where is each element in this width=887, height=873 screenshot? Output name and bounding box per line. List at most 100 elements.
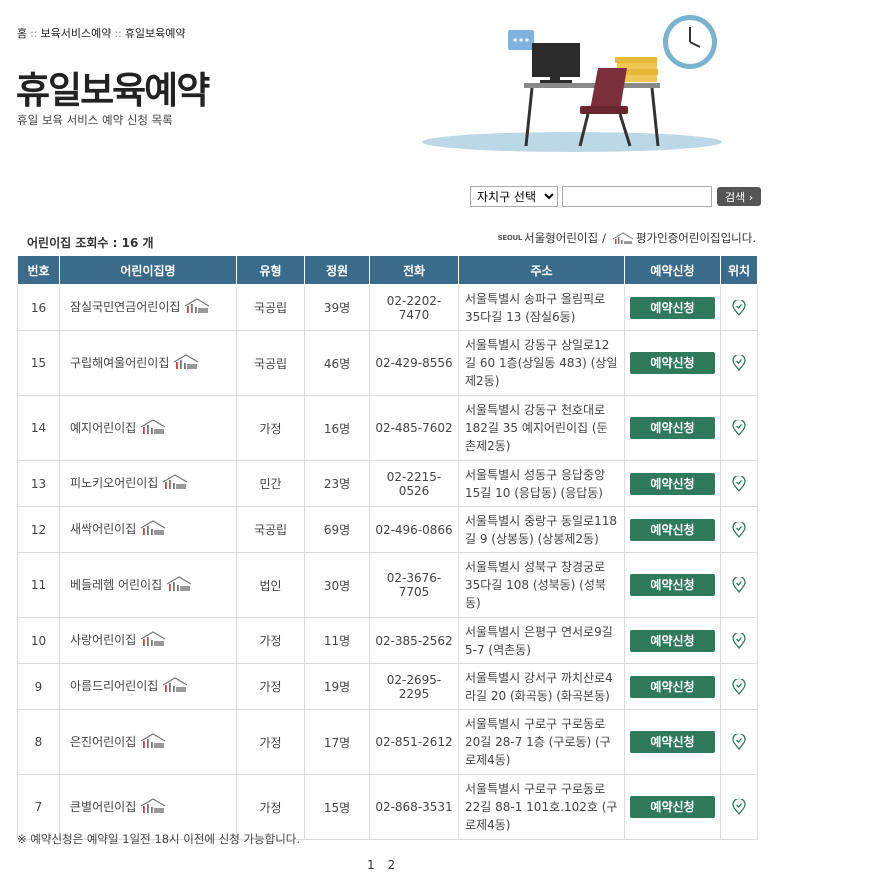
row-number: 16 bbox=[17, 284, 60, 331]
breadcrumb-separator: :: bbox=[114, 27, 122, 40]
location-cell bbox=[720, 506, 758, 553]
kindergarten-name-cell: 구립해여울어린이집 bbox=[59, 330, 237, 396]
kindergarten-phone: 02-485-7602 bbox=[369, 395, 459, 461]
kindergarten-capacity: 30명 bbox=[304, 552, 370, 618]
table-row: 8 은진어린이집 가정 17명 02-851-2612 서울특별시 구로구 구로동로 2… bbox=[17, 709, 758, 775]
reserve-button[interactable]: 예약신청 bbox=[630, 796, 715, 818]
table-row: 16 잠실국민연금어린이집 국공립 39명 02-2202-7470 서울특별시 송파구… bbox=[17, 284, 758, 331]
certified-kindergarten-icon bbox=[140, 520, 166, 539]
kindergarten-name[interactable]: 베들레헴 어린이집 bbox=[70, 578, 162, 592]
kindergarten-address: 서울특별시 송파구 올림픽로 35다길 13 (잠실6동) bbox=[458, 284, 625, 331]
certified-kindergarten-icon bbox=[140, 418, 166, 438]
row-number: 8 bbox=[17, 709, 60, 775]
search-button[interactable]: 검색 › bbox=[717, 187, 762, 206]
search-input[interactable] bbox=[562, 186, 712, 207]
map-pin-icon[interactable] bbox=[732, 797, 746, 816]
kindergarten-name[interactable]: 구립해여울어린이집 bbox=[70, 356, 169, 370]
kindergarten-capacity: 39명 bbox=[304, 284, 370, 331]
map-pin-icon[interactable] bbox=[732, 418, 746, 437]
reserve-cell: 예약신청 bbox=[624, 774, 721, 840]
kindergarten-capacity: 19명 bbox=[304, 663, 370, 710]
kindergarten-type: 민간 bbox=[236, 460, 305, 507]
row-number: 15 bbox=[17, 330, 60, 396]
breadcrumb-level2[interactable]: 휴일보육예약 bbox=[125, 27, 186, 40]
row-number: 7 bbox=[17, 774, 60, 840]
reserve-button[interactable]: 예약신청 bbox=[630, 731, 715, 753]
reserve-button[interactable]: 예약신청 bbox=[630, 518, 715, 541]
kindergarten-name[interactable]: 사랑어린이집 bbox=[70, 633, 136, 647]
kindergarten-type: 국공립 bbox=[236, 330, 305, 396]
table-row: 12 새싹어린이집 국공립 69명 02-496-0866 서울특별시 중랑구 동일로1… bbox=[17, 506, 758, 553]
col-header-type: 유형 bbox=[236, 255, 305, 285]
table-row: 10 사랑어린이집 가정 11명 02-385-2562 서울특별시 은평구 연서로9길… bbox=[17, 617, 758, 664]
kindergarten-phone: 02-429-8556 bbox=[369, 330, 459, 396]
certified-kindergarten-icon bbox=[612, 231, 634, 244]
certified-kindergarten-icon bbox=[140, 797, 166, 817]
map-pin-icon[interactable] bbox=[732, 732, 746, 751]
legend-seoul-label: 서울형어린이집 bbox=[524, 231, 599, 245]
reserve-button[interactable]: 예약신청 bbox=[630, 574, 715, 596]
col-header-reserve: 예약신청 bbox=[624, 255, 721, 285]
district-select[interactable]: 자치구 선택 bbox=[470, 186, 558, 207]
kindergarten-name[interactable]: 아름드리어린이집 bbox=[70, 679, 158, 693]
kindergarten-phone: 02-2695-2295 bbox=[369, 663, 459, 710]
kindergarten-name[interactable]: 새싹어린이집 bbox=[70, 522, 136, 536]
location-cell bbox=[720, 460, 758, 507]
location-cell bbox=[720, 774, 758, 840]
certified-kindergarten-icon bbox=[140, 631, 166, 650]
kindergarten-phone: 02-851-2612 bbox=[369, 709, 459, 775]
col-header-address: 주소 bbox=[458, 255, 625, 285]
kindergarten-name-cell: 새싹어린이집 bbox=[59, 506, 237, 553]
table-header-row: 번호 어린이집명 유형 정원 전화 주소 예약신청 위치 bbox=[17, 255, 758, 285]
breadcrumb-level1[interactable]: 보육서비스예약 bbox=[41, 27, 112, 40]
map-pin-icon[interactable] bbox=[732, 575, 746, 594]
reserve-button[interactable]: 예약신청 bbox=[630, 472, 715, 495]
map-pin-icon[interactable] bbox=[732, 353, 746, 372]
certified-kindergarten-icon bbox=[162, 474, 188, 493]
kindergarten-name-cell: 사랑어린이집 bbox=[59, 617, 237, 664]
page-link-1[interactable]: 1 bbox=[367, 858, 375, 872]
reserve-cell: 예약신청 bbox=[624, 663, 721, 710]
kindergarten-name-cell: 피노키오어린이집 bbox=[59, 460, 237, 507]
reserve-button[interactable]: 예약신청 bbox=[630, 296, 715, 319]
reserve-button[interactable]: 예약신청 bbox=[630, 352, 715, 374]
certified-kindergarten-icon bbox=[162, 677, 188, 696]
search-bar: 자치구 선택 검색 › bbox=[470, 186, 762, 207]
row-number: 14 bbox=[17, 395, 60, 461]
table-row: 13 피노키오어린이집 민간 23명 02-2215-0526 서울특별시 성동구 응답… bbox=[17, 460, 758, 507]
breadcrumb-home[interactable]: 홈 bbox=[17, 27, 27, 40]
map-pin-icon[interactable] bbox=[732, 298, 746, 316]
kindergarten-phone: 02-3676-7705 bbox=[369, 552, 459, 618]
reserve-button[interactable]: 예약신청 bbox=[630, 629, 715, 652]
map-pin-icon[interactable] bbox=[732, 677, 746, 695]
legend-cert-label: 평가인증어린이집입니다. bbox=[635, 231, 756, 245]
certified-kindergarten-icon bbox=[140, 732, 166, 752]
kindergarten-name[interactable]: 은진어린이집 bbox=[70, 735, 136, 749]
legend: SEOUL 서울형어린이집 / 평가인증어린이집입니다. bbox=[498, 230, 756, 246]
page-link-2[interactable]: 2 bbox=[388, 858, 396, 872]
kindergarten-type: 법인 bbox=[236, 552, 305, 618]
reserve-button[interactable]: 예약신청 bbox=[630, 675, 715, 698]
breadcrumb: 홈:: 보육서비스예약:: 휴일보육예약 bbox=[17, 25, 186, 41]
kindergarten-name[interactable]: 큰별어린이집 bbox=[70, 800, 136, 814]
kindergarten-address: 서울특별시 성동구 응답중앙15길 10 (응답동) (응답동) bbox=[458, 460, 625, 507]
row-number: 9 bbox=[17, 663, 60, 710]
kindergarten-address: 서울특별시 구로구 구로동로 20길 28-7 1층 (구로동) (구로제4동) bbox=[458, 709, 625, 775]
certified-kindergarten-icon bbox=[166, 575, 192, 595]
kindergarten-type: 가정 bbox=[236, 617, 305, 664]
page-subtitle: 휴일 보육 서비스 예약 신청 목록 bbox=[17, 113, 173, 127]
kindergarten-capacity: 17명 bbox=[304, 709, 370, 775]
map-pin-icon[interactable] bbox=[732, 474, 746, 492]
kindergarten-capacity: 69명 bbox=[304, 506, 370, 553]
location-cell bbox=[720, 663, 758, 710]
kindergarten-name[interactable]: 예지어린이집 bbox=[70, 421, 136, 435]
map-pin-icon[interactable] bbox=[732, 631, 746, 649]
row-number: 11 bbox=[17, 552, 60, 618]
kindergarten-name[interactable]: 잠실국민연금어린이집 bbox=[70, 300, 180, 314]
reserve-button[interactable]: 예약신청 bbox=[630, 417, 715, 439]
map-pin-icon[interactable] bbox=[732, 520, 746, 538]
kindergarten-name[interactable]: 피노키오어린이집 bbox=[70, 476, 158, 490]
kindergarten-phone: 02-868-3531 bbox=[369, 774, 459, 840]
kindergarten-address: 서울특별시 구로구 구로동로 22길 88-1 101호.102호 (구로제4동… bbox=[458, 774, 625, 840]
kindergarten-name-cell: 베들레헴 어린이집 bbox=[59, 552, 237, 618]
